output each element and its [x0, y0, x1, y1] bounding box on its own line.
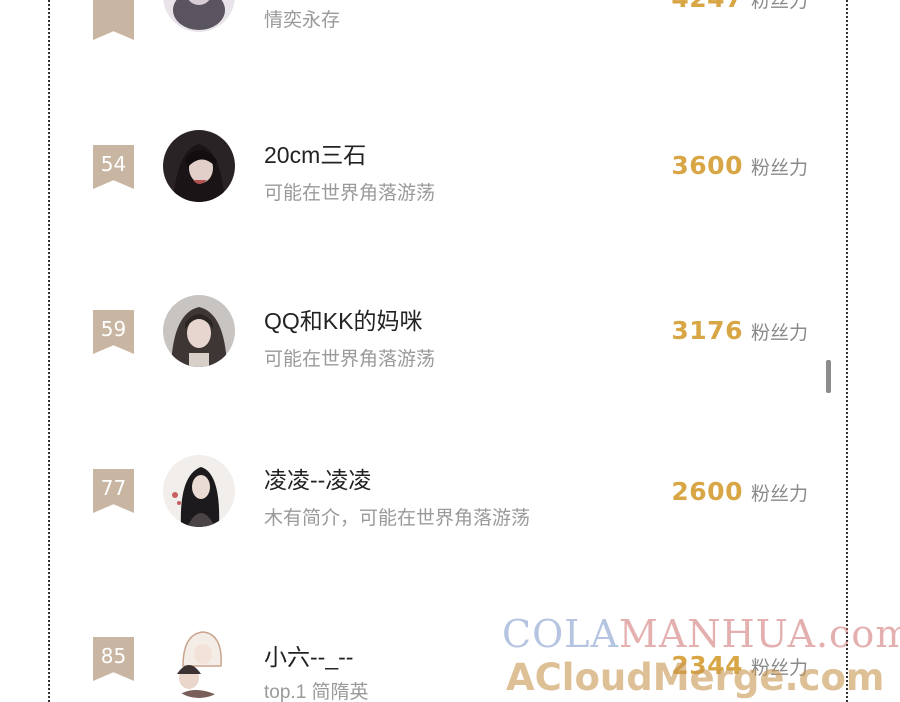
rank-badge: 59 [93, 310, 134, 354]
fan-score-label: 粉丝力 [750, 484, 808, 505]
user-name[interactable]: 20cm三石 [264, 136, 366, 170]
list-item[interactable]: 85 小六--_-- top.1 简隋英 2344 粉丝力 [0, 604, 900, 702]
fan-score-number: 4247 [671, 0, 743, 13]
avatar[interactable] [163, 626, 235, 698]
fan-score: 2600 粉丝力 [671, 477, 808, 506]
fan-score-number: 3600 [671, 151, 743, 180]
avatar[interactable] [163, 455, 235, 527]
user-bio: 可能在世界角落游荡 [264, 183, 436, 204]
rank-badge [93, 0, 134, 40]
user-name[interactable]: 小六--_-- [264, 638, 353, 672]
fan-ranking-list: 情奕永存 4247 粉丝力 54 20cm三石 可能在世界角落游荡 3600 粉丝力… [0, 0, 900, 702]
fan-score-label: 粉丝力 [750, 0, 808, 12]
list-item[interactable]: 54 20cm三石 可能在世界角落游荡 3600 粉丝力 [0, 106, 900, 226]
fan-score: 2344 粉丝力 [671, 651, 808, 680]
fan-score: 4247 粉丝力 [671, 0, 808, 13]
avatar[interactable] [163, 295, 235, 367]
scrollbar[interactable] [826, 360, 831, 393]
user-bio: 木有简介，可能在世界角落游荡 [264, 508, 531, 529]
user-bio: 可能在世界角落游荡 [264, 349, 436, 370]
fan-score-number: 2600 [671, 477, 743, 506]
fan-score: 3176 粉丝力 [671, 316, 808, 345]
user-name[interactable]: QQ和KK的妈咪 [264, 302, 422, 336]
list-item[interactable]: 59 QQ和KK的妈咪 可能在世界角落游荡 3176 粉丝力 [0, 272, 900, 392]
fan-score-number: 2344 [671, 651, 743, 680]
list-item[interactable]: 77 凌凌--凌凌 木有简介，可能在世界角落游荡 2600 粉丝力 [0, 431, 900, 551]
fan-score-number: 3176 [671, 316, 743, 345]
fan-score-label: 粉丝力 [750, 323, 808, 344]
user-bio: 情奕永存 [264, 10, 341, 31]
fan-score-label: 粉丝力 [750, 658, 808, 679]
avatar[interactable] [163, 130, 235, 202]
rank-badge: 54 [93, 145, 134, 189]
list-item[interactable]: 情奕永存 4247 粉丝力 [0, 0, 900, 60]
user-name[interactable]: 凌凌--凌凌 [264, 461, 371, 495]
avatar[interactable] [163, 0, 235, 32]
rank-badge: 85 [93, 637, 134, 681]
fan-score-label: 粉丝力 [750, 158, 808, 179]
fan-score: 3600 粉丝力 [671, 151, 808, 180]
rank-badge: 77 [93, 469, 134, 513]
user-bio: top.1 简隋英 [264, 682, 369, 702]
